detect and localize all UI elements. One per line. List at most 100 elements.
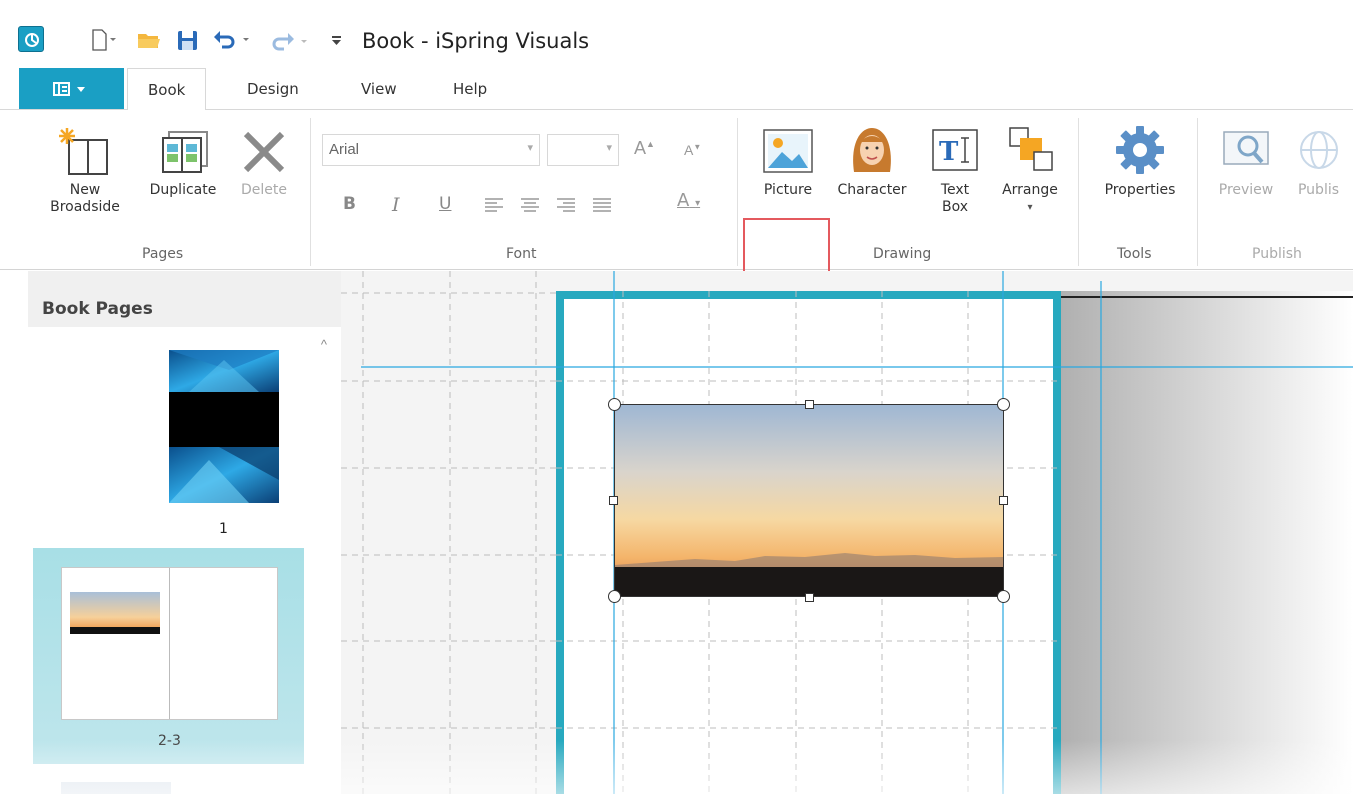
publish-group-label: Publish bbox=[1252, 246, 1302, 262]
chevron-down-icon: ▾ bbox=[606, 142, 612, 154]
duplicate-label: Duplicate bbox=[149, 182, 217, 198]
text-box-label-1: Text bbox=[940, 182, 970, 198]
app-logo-icon[interactable] bbox=[18, 26, 44, 52]
arrange-label: Arrange bbox=[1002, 182, 1058, 198]
svg-text:T: T bbox=[939, 137, 959, 167]
properties-button[interactable]: Properties bbox=[1090, 124, 1190, 199]
resize-handle-bottom[interactable] bbox=[805, 593, 814, 602]
page-thumbnails-list[interactable]: ^ 1 2-3 bbox=[28, 327, 341, 794]
text-box-button[interactable]: T Text Box bbox=[925, 124, 985, 216]
duplicate-button[interactable]: Duplicate bbox=[139, 124, 227, 199]
chevron-down-icon: ▾ bbox=[527, 142, 533, 154]
ribbon: New Broadside Duplicate Delete Pages Ari… bbox=[0, 110, 1353, 344]
book-pages-panel: Book Pages ^ 1 2-3 bbox=[28, 271, 341, 794]
align-right-icon[interactable] bbox=[556, 197, 576, 213]
align-center-icon[interactable] bbox=[520, 197, 540, 213]
customize-qat-icon[interactable] bbox=[330, 28, 344, 52]
spread-fold-line bbox=[169, 568, 170, 719]
resize-handle-top-right[interactable] bbox=[997, 398, 1010, 411]
text-box-label-2: Box bbox=[941, 199, 969, 215]
italic-button[interactable]: I bbox=[392, 194, 400, 216]
font-name-select[interactable]: Arial ▾ bbox=[322, 134, 540, 166]
save-icon[interactable] bbox=[176, 28, 200, 52]
window-title: Book - iSpring Visuals bbox=[362, 29, 590, 53]
globe-icon bbox=[1299, 131, 1338, 169]
grow-font-icon[interactable]: A▲ bbox=[634, 138, 655, 159]
page-thumbnail[interactable] bbox=[169, 350, 279, 503]
open-folder-icon[interactable] bbox=[136, 28, 162, 52]
shrink-font-icon[interactable]: A▼ bbox=[684, 142, 701, 158]
properties-label: Properties bbox=[1104, 182, 1176, 198]
tab-help[interactable]: Help bbox=[453, 80, 487, 98]
drawing-group-label: Drawing bbox=[873, 246, 932, 262]
new-broadside-label-2: Broadside bbox=[50, 199, 120, 215]
resize-handle-bottom-right[interactable] bbox=[997, 590, 1010, 603]
preview-label: Preview bbox=[1218, 182, 1274, 198]
panel-title: Book Pages bbox=[42, 299, 153, 319]
group-separator bbox=[737, 118, 738, 266]
font-group-label: Font bbox=[506, 246, 537, 262]
font-color-button[interactable]: A ▾ bbox=[677, 190, 700, 211]
group-separator bbox=[310, 118, 311, 266]
tab-book[interactable]: Book bbox=[127, 68, 207, 111]
resize-handle-top[interactable] bbox=[805, 400, 814, 409]
cover-image bbox=[169, 350, 279, 503]
page-number-label: 2-3 bbox=[158, 733, 181, 749]
resize-handle-bottom-left[interactable] bbox=[608, 590, 621, 603]
resize-handle-left[interactable] bbox=[609, 496, 618, 505]
new-broadside-icon bbox=[59, 128, 108, 175]
resize-handle-right[interactable] bbox=[999, 496, 1008, 505]
tab-design[interactable]: Design bbox=[247, 80, 299, 98]
file-menu-button[interactable] bbox=[19, 68, 124, 109]
publish-label: Publis bbox=[1297, 182, 1340, 198]
preview-button[interactable]: Preview bbox=[1208, 124, 1284, 199]
sunset-image bbox=[615, 405, 1003, 596]
tab-view[interactable]: View bbox=[361, 80, 397, 98]
new-broadside-label-1: New bbox=[69, 182, 101, 198]
new-document-icon[interactable] bbox=[90, 28, 120, 52]
gear-icon bbox=[1116, 126, 1164, 174]
delete-x-icon bbox=[243, 131, 285, 173]
picture-icon bbox=[763, 129, 813, 173]
character-icon bbox=[853, 128, 891, 172]
sunset-thumbnail-image bbox=[70, 592, 160, 634]
group-separator bbox=[1078, 118, 1079, 266]
align-left-icon[interactable] bbox=[484, 197, 504, 213]
preview-icon bbox=[1223, 131, 1269, 165]
page-canvas[interactable] bbox=[341, 271, 1353, 794]
group-separator bbox=[1197, 118, 1198, 266]
title-bar: Book - iSpring Visuals bbox=[0, 0, 1353, 66]
chevron-down-icon: ▾ bbox=[695, 198, 701, 209]
arrange-icon bbox=[1009, 127, 1053, 171]
spread-thumbnail[interactable] bbox=[61, 567, 278, 720]
redo-icon[interactable] bbox=[270, 28, 310, 52]
picture-label: Picture bbox=[763, 182, 813, 198]
font-color-label: A bbox=[677, 190, 690, 211]
bold-button[interactable]: B bbox=[343, 194, 356, 214]
font-size-select[interactable]: ▾ bbox=[547, 134, 619, 166]
justify-icon[interactable] bbox=[592, 197, 612, 213]
picture-button[interactable]: Picture bbox=[753, 124, 823, 199]
scroll-up-icon[interactable]: ^ bbox=[321, 337, 327, 352]
font-name-value: Arial bbox=[329, 141, 360, 158]
character-label: Character bbox=[837, 182, 907, 198]
tools-group-label: Tools bbox=[1117, 246, 1152, 262]
underline-button[interactable]: U bbox=[439, 194, 451, 214]
resize-handle-top-left[interactable] bbox=[608, 398, 621, 411]
duplicate-icon bbox=[162, 131, 208, 173]
text-box-icon: T bbox=[932, 129, 978, 171]
next-thumbnail-peek[interactable] bbox=[61, 782, 171, 794]
menu-list-icon bbox=[53, 82, 85, 96]
pages-group-label: Pages bbox=[142, 246, 184, 262]
character-button[interactable]: Character bbox=[827, 124, 917, 199]
selected-picture[interactable] bbox=[614, 404, 1004, 597]
undo-icon[interactable] bbox=[212, 28, 252, 52]
ribbon-tab-bar: Book Design View Help bbox=[0, 66, 1353, 111]
arrange-button[interactable]: Arrange ▾ bbox=[992, 124, 1068, 216]
page-number-label: 1 bbox=[219, 521, 228, 537]
delete-label: Delete bbox=[241, 182, 287, 198]
chevron-down-icon: ▾ bbox=[1027, 202, 1033, 213]
new-broadside-button[interactable]: New Broadside bbox=[38, 124, 132, 216]
publish-button[interactable]: Publis bbox=[1284, 124, 1353, 199]
delete-button[interactable]: Delete bbox=[232, 124, 296, 199]
